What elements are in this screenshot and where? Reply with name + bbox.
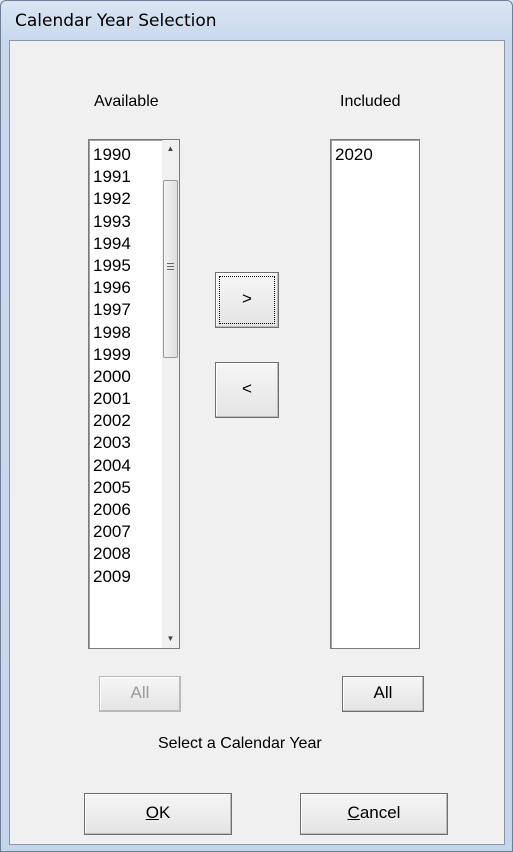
ok-label: K <box>158 803 171 822</box>
available-year-item[interactable]: 2001 <box>93 388 131 410</box>
available-year-item[interactable]: 2006 <box>93 499 131 521</box>
add-year-button[interactable]: > <box>215 272 279 328</box>
available-year-item[interactable]: 1997 <box>93 299 131 321</box>
available-year-item[interactable]: 1992 <box>93 188 131 210</box>
available-year-item[interactable]: 2000 <box>93 366 131 388</box>
cancel-button[interactable]: Cancel <box>300 793 448 835</box>
scroll-down-arrow-icon[interactable]: ▼ <box>162 630 179 648</box>
available-year-item[interactable]: 1995 <box>93 255 131 277</box>
dialog-window: Calendar Year Selection Available Includ… <box>0 0 513 852</box>
scroll-thumb[interactable] <box>163 180 178 358</box>
remove-year-label: < <box>242 379 252 398</box>
included-all-label: All <box>373 683 393 702</box>
available-all-button[interactable]: All <box>99 676 181 712</box>
available-year-item[interactable]: 2009 <box>93 566 131 588</box>
available-year-item[interactable]: 1996 <box>93 277 131 299</box>
ok-button[interactable]: OK <box>84 793 232 835</box>
included-label: Included <box>340 93 401 110</box>
scroll-up-arrow-icon[interactable]: ▲ <box>162 140 179 158</box>
available-label: Available <box>94 93 159 110</box>
remove-year-button[interactable]: < <box>215 362 279 418</box>
ok-hotkey: O <box>145 803 159 822</box>
cancel-hotkey: C <box>347 803 360 822</box>
status-text: Select a Calendar Year <box>158 735 322 752</box>
available-year-item[interactable]: 1990 <box>93 144 131 166</box>
included-years-items: 2020 <box>335 144 373 166</box>
add-year-label: > <box>242 289 252 308</box>
included-year-item[interactable]: 2020 <box>335 144 373 166</box>
available-year-item[interactable]: 2007 <box>93 521 131 543</box>
available-year-item[interactable]: 2005 <box>93 477 131 499</box>
available-years-list[interactable]: 1990 1991 1992 1993 1994 1995 1996 1997 1998 1999… <box>88 139 180 649</box>
available-years-items: 1990 1991 1992 1993 1994 1995 1996 1997 1998 1999… <box>93 144 131 588</box>
title-bar[interactable]: Calendar Year Selection <box>1 1 512 41</box>
available-list-scrollbar[interactable]: ▲ ▼ <box>162 140 179 648</box>
available-year-item[interactable]: 1998 <box>93 322 131 344</box>
included-years-list[interactable]: 2020 <box>330 139 420 649</box>
dialog-body: Available Included 1990 1991 1992 1993 1994 1… <box>9 40 505 845</box>
available-year-item[interactable]: 2003 <box>93 432 131 454</box>
cancel-label: ancel <box>359 803 401 822</box>
available-year-item[interactable]: 1994 <box>93 233 131 255</box>
window-title: Calendar Year Selection <box>15 11 217 31</box>
available-year-item[interactable]: 2002 <box>93 410 131 432</box>
available-year-item[interactable]: 1999 <box>93 344 131 366</box>
available-year-item[interactable]: 1991 <box>93 166 131 188</box>
available-all-label: All <box>130 683 150 702</box>
available-year-item[interactable]: 2008 <box>93 543 131 565</box>
available-year-item[interactable]: 2004 <box>93 455 131 477</box>
available-year-item[interactable]: 1993 <box>93 211 131 233</box>
included-all-button[interactable]: All <box>342 676 424 712</box>
